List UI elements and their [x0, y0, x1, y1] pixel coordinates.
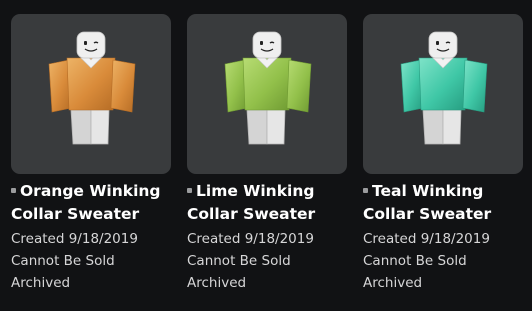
item-type-icon: [187, 187, 192, 193]
item-title[interactable]: Orange Winking Collar Sweater: [11, 180, 177, 226]
item-thumbnail[interactable]: [363, 14, 523, 174]
item-archive-status: Archived: [187, 275, 247, 291]
item-title[interactable]: Teal Winking Collar Sweater: [363, 180, 529, 226]
avatar-image: [400, 31, 488, 145]
item-archive-status: Archived: [11, 275, 71, 291]
item-archive-status: Archived: [363, 275, 423, 291]
item-thumbnail[interactable]: [11, 14, 171, 174]
item-type-icon: [363, 187, 368, 193]
item-title-text: Orange Winking Collar Sweater: [11, 182, 161, 223]
item-card[interactable]: Lime Winking Collar Sweater Created 9/18…: [187, 14, 347, 311]
item-created-date: Created 9/18/2019: [187, 231, 314, 247]
item-grid: Orange Winking Collar Sweater Created 9/…: [0, 0, 532, 311]
item-sale-status: Cannot Be Sold: [11, 253, 115, 269]
item-sale-status: Cannot Be Sold: [187, 253, 291, 269]
avatar-image: [224, 31, 312, 145]
avatar-image: [48, 31, 136, 145]
item-card[interactable]: Orange Winking Collar Sweater Created 9/…: [11, 14, 171, 311]
item-created-date: Created 9/18/2019: [11, 231, 138, 247]
item-title-text: Lime Winking Collar Sweater: [187, 182, 316, 223]
item-created-date: Created 9/18/2019: [363, 231, 490, 247]
item-title[interactable]: Lime Winking Collar Sweater: [187, 180, 353, 226]
item-title-text: Teal Winking Collar Sweater: [363, 182, 492, 223]
item-sale-status: Cannot Be Sold: [363, 253, 467, 269]
item-thumbnail[interactable]: [187, 14, 347, 174]
item-type-icon: [11, 187, 16, 193]
item-card[interactable]: Teal Winking Collar Sweater Created 9/18…: [363, 14, 523, 311]
